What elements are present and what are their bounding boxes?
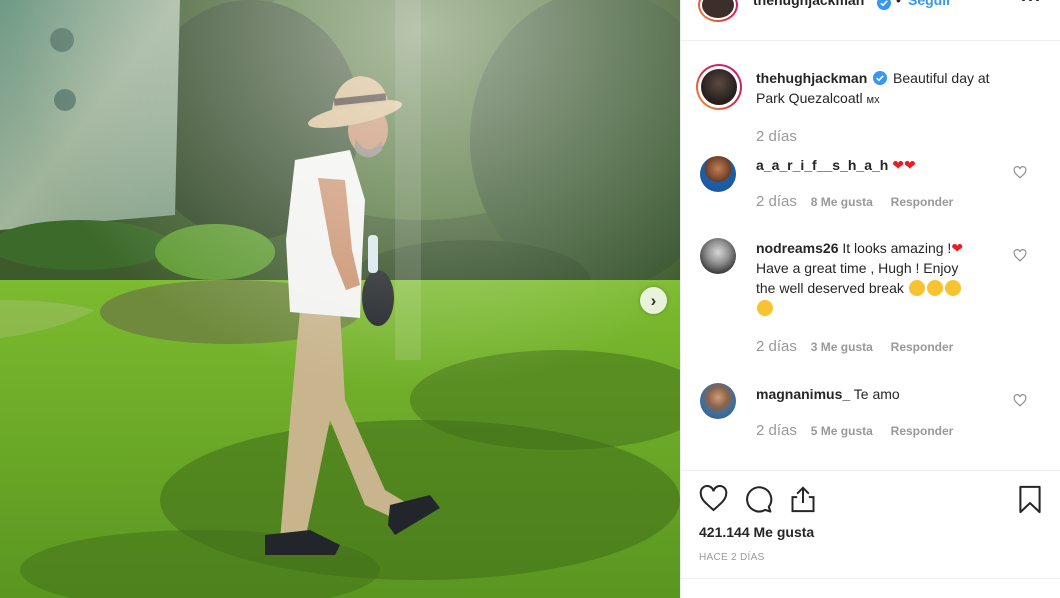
comment-time[interactable]: 2 días [756, 193, 797, 210]
comment-text: the well deserved break [756, 280, 904, 296]
post-header: thehughjackman • Seguir ··· [681, 0, 1060, 41]
comment-likes[interactable]: 5 Me gusta [811, 424, 873, 438]
photo-illustration [0, 0, 680, 598]
emoji [944, 280, 961, 296]
caption-username[interactable]: thehughjackman [756, 70, 867, 86]
comment-text: Te amo [853, 386, 900, 402]
reply-button[interactable]: Responder [891, 195, 954, 209]
share-icon[interactable] [789, 485, 817, 514]
comment-text-block: nodreams26 It looks amazing !❤ Have a gr… [756, 238, 1006, 318]
post-side-panel: thehughjackman • Seguir ··· thehughjackm… [680, 0, 1060, 598]
comment-username[interactable]: magnanimus_ [756, 386, 850, 402]
comment-meta: 2 días 5 Me gusta Responder [756, 422, 953, 439]
comment-likes[interactable]: 8 Me gusta [811, 195, 873, 209]
verified-icon [873, 71, 888, 85]
comment-likes[interactable]: 3 Me gusta [811, 340, 873, 354]
caption-time[interactable]: 2 días [756, 128, 797, 145]
likes-count[interactable]: 421.144 Me gusta [699, 524, 814, 540]
comment-meta: 2 días 8 Me gusta Responder [756, 193, 953, 210]
like-comment-heart-icon[interactable] [1013, 249, 1027, 262]
reply-button[interactable]: Responder [891, 340, 954, 354]
bookmark-icon[interactable] [1018, 485, 1042, 514]
comment-text-block: magnanimus_ Te amo [756, 384, 1006, 404]
emoji [908, 280, 925, 296]
follow-button[interactable]: Seguir [908, 0, 952, 8]
comment-icon[interactable] [744, 485, 773, 514]
comment-time[interactable]: 2 días [756, 338, 797, 355]
post-timestamp[interactable]: HACE 2 DÍAS [699, 552, 765, 563]
header-avatar[interactable] [698, 0, 738, 22]
red-heart-emoji: ❤❤ [892, 157, 916, 173]
like-comment-heart-icon[interactable] [1013, 394, 1027, 407]
comment-avatar[interactable] [700, 156, 736, 192]
verified-icon [877, 0, 891, 10]
comment-time[interactable]: 2 días [756, 422, 797, 439]
more-icon[interactable]: ··· [1021, 0, 1042, 11]
comment-meta: 2 días 3 Me gusta Responder [756, 338, 953, 355]
comment-text: Have a great time , Hugh ! Enjoy [756, 260, 959, 276]
caption-avatar[interactable] [696, 64, 742, 110]
caption-meta: 2 días [756, 128, 797, 145]
comment-username[interactable]: a_a_r_i_f__s_h_a_h [756, 157, 888, 173]
add-comment-bar[interactable] [681, 578, 1060, 598]
emoji [757, 300, 773, 316]
chevron-right-icon: › [650, 290, 657, 310]
comment-text-block: a_a_r_i_f__s_h_a_h ❤❤ [756, 155, 1006, 175]
red-heart-emoji: ❤ [951, 240, 964, 256]
like-comment-heart-icon[interactable] [1013, 166, 1027, 179]
post-photo[interactable]: › [0, 0, 680, 598]
header-separator: • [896, 0, 901, 8]
heart-icon[interactable] [699, 485, 728, 512]
comment-avatar[interactable] [700, 238, 736, 274]
comment-text: It looks amazing ! [842, 240, 952, 256]
caption-flag: ᴍx [866, 94, 880, 106]
header-username[interactable]: thehughjackman [753, 0, 864, 8]
next-photo-button[interactable]: › [640, 287, 667, 314]
post-actions: 421.144 Me gusta HACE 2 DÍAS [681, 470, 1060, 598]
emoji [926, 280, 943, 296]
comment-avatar[interactable] [700, 383, 736, 419]
caption-text-block: thehughjackman Beautiful day at Park Que… [756, 68, 1006, 110]
comment-username[interactable]: nodreams26 [756, 240, 838, 256]
comments-list[interactable]: thehughjackman Beautiful day at Park Que… [681, 42, 1060, 470]
reply-button[interactable]: Responder [891, 424, 954, 438]
